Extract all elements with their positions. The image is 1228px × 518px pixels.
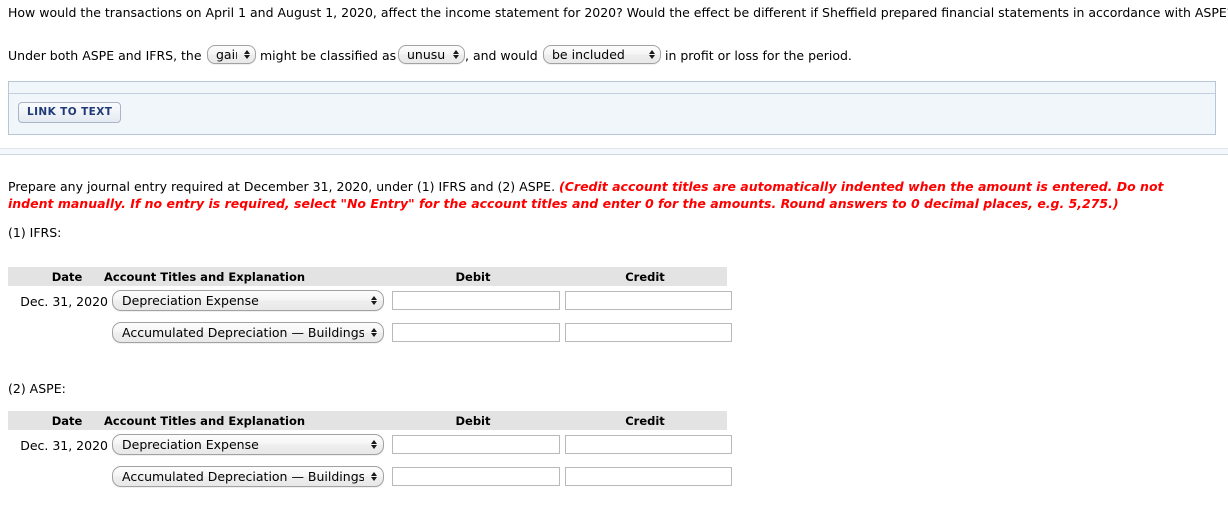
select-account-label: Accumulated Depreciation — Buildings (122, 325, 364, 340)
stepper-arrows-icon (649, 49, 655, 60)
select-account-title[interactable]: Accumulated Depreciation — Buildings (112, 322, 384, 343)
select-gain-or-loss[interactable]: gain (207, 45, 256, 64)
section-label-aspe: (2) ASPE: (8, 381, 66, 396)
answer-sentence-part2: might be classified as (260, 48, 397, 63)
debit-amount-input[interactable] (392, 323, 560, 342)
answer-sentence-part3: , and would (465, 48, 538, 63)
column-header-date: Date (51, 270, 83, 284)
stepper-arrows-icon (371, 295, 377, 306)
debit-amount-input[interactable] (392, 291, 560, 310)
answer-sentence-part4: in profit or loss for the period. (665, 48, 852, 63)
column-header-account: Account Titles and Explanation (104, 414, 306, 428)
credit-amount-input[interactable] (565, 435, 732, 454)
instructions-paragraph: Prepare any journal entry required at De… (8, 178, 1208, 212)
panel-body: LINK TO TEXT (9, 94, 1215, 134)
panel-top-strip (9, 82, 1215, 94)
stepper-arrows-icon (244, 49, 250, 60)
link-to-text-button[interactable]: LINK TO TEXT (18, 102, 122, 123)
section-divider (0, 148, 1228, 155)
select-account-title[interactable]: Depreciation Expense (112, 290, 384, 311)
table-row: Dec. 31, 2020 Depreciation Expense (8, 286, 732, 322)
select-gain-label: gain (216, 47, 237, 62)
stepper-arrows-icon (371, 327, 377, 338)
row-date: Dec. 31, 2020 (20, 294, 108, 309)
debit-amount-input[interactable] (392, 435, 560, 454)
column-header-credit: Credit (625, 414, 665, 428)
journal-table-ifrs: Date Account Titles and Explanation Debi… (8, 267, 732, 353)
stepper-arrows-icon (453, 49, 459, 60)
stepper-arrows-icon (371, 471, 377, 482)
select-inclusion[interactable]: be included (543, 45, 661, 64)
select-included-label: be included (552, 47, 625, 62)
debit-amount-input[interactable] (392, 467, 560, 486)
column-header-debit: Debit (455, 270, 491, 284)
select-account-label: Depreciation Expense (122, 437, 259, 452)
column-header-date: Date (51, 414, 83, 428)
select-classification[interactable]: unusual (398, 45, 465, 64)
table-header-row: Date Account Titles and Explanation Debi… (8, 411, 727, 430)
answer-sentence-part1: Under both ASPE and IFRS, the (8, 48, 202, 63)
select-account-label: Depreciation Expense (122, 293, 259, 308)
section-label-ifrs: (1) IFRS: (8, 225, 62, 240)
row-date: Dec. 31, 2020 (20, 438, 108, 453)
journal-table-aspe: Date Account Titles and Explanation Debi… (8, 411, 732, 497)
table-row: Dec. 31, 2020 Depreciation Expense (8, 430, 732, 466)
select-account-title[interactable]: Depreciation Expense (112, 434, 384, 455)
column-header-account: Account Titles and Explanation (104, 270, 306, 284)
table-row: Accumulated Depreciation — Buildings (8, 466, 732, 497)
stepper-arrows-icon (371, 439, 377, 450)
instructions-normal-text: Prepare any journal entry required at De… (8, 179, 560, 194)
column-header-credit: Credit (625, 270, 665, 284)
select-account-label: Accumulated Depreciation — Buildings (122, 469, 364, 484)
credit-amount-input[interactable] (565, 323, 732, 342)
credit-amount-input[interactable] (565, 467, 732, 486)
column-header-debit: Debit (455, 414, 491, 428)
select-account-title[interactable]: Accumulated Depreciation — Buildings (112, 466, 384, 487)
table-row: Accumulated Depreciation — Buildings (8, 322, 732, 353)
credit-amount-input[interactable] (565, 291, 732, 310)
table-header-row: Date Account Titles and Explanation Debi… (8, 267, 727, 286)
link-to-text-panel: LINK TO TEXT (8, 81, 1216, 135)
select-unusual-label: unusual (407, 47, 446, 62)
question-prompt: How would the transactions on April 1 an… (8, 5, 1228, 20)
